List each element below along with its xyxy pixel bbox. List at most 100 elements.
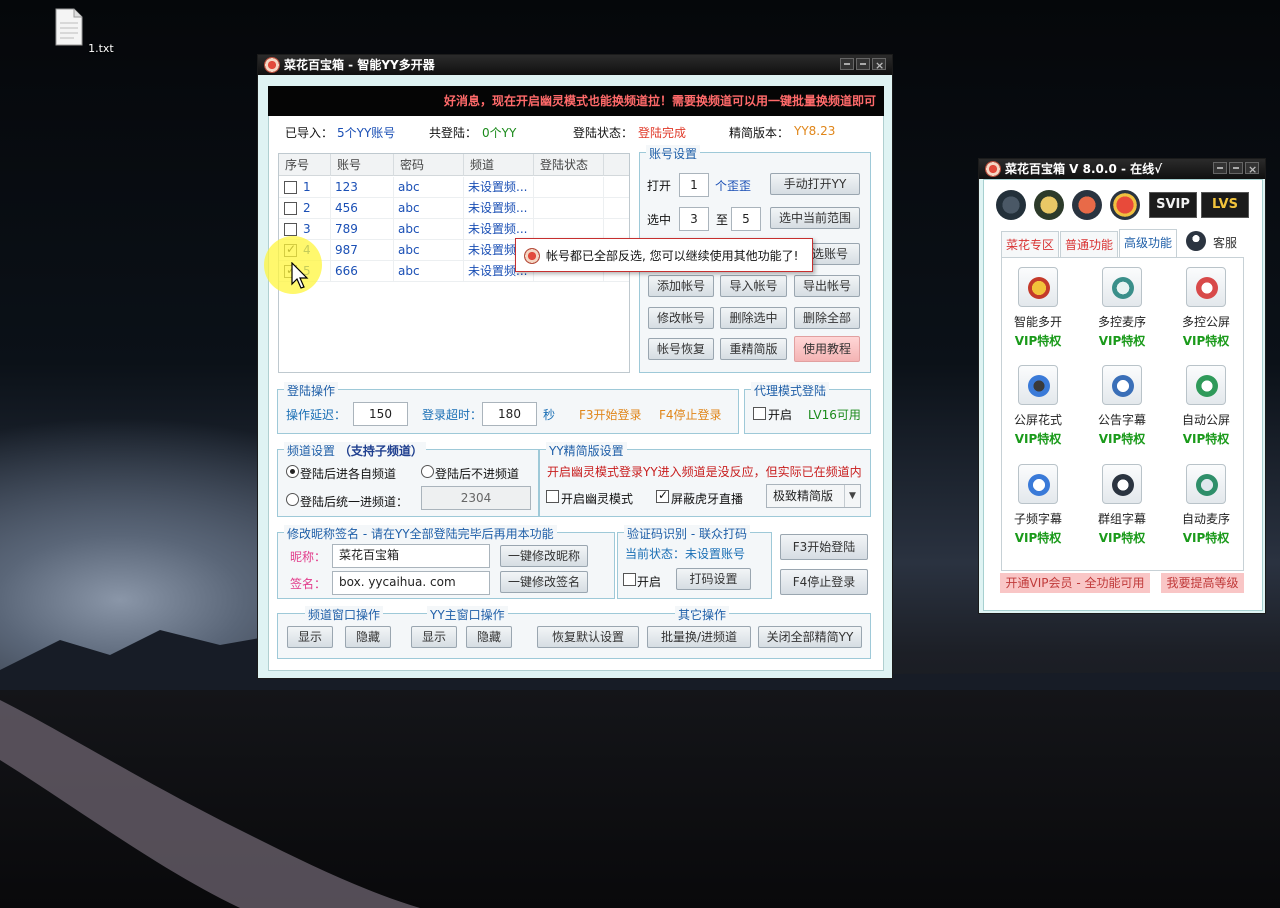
col-header-password[interactable]: 密码 — [394, 154, 464, 176]
feature-auto-mic-order[interactable]: 自动麦序 VIP特权 — [1171, 464, 1241, 546]
select-range-button[interactable]: 选中当前范围 — [770, 207, 860, 229]
feature-vip-badge: VIP特权 — [1098, 334, 1146, 348]
lvs-button[interactable]: LVS — [1201, 192, 1249, 218]
table-row[interactable]: 1 123 abc 未设置频... — [279, 177, 629, 198]
feature-fancy-public-screen[interactable]: 公屏花式 VIP特权 — [1003, 365, 1073, 447]
feature-announcement-subtitle[interactable]: 公告字幕 VIP特权 — [1087, 365, 1157, 447]
channel-opt3-radio[interactable] — [286, 493, 299, 506]
monitor-icon[interactable] — [996, 190, 1026, 220]
captcha-enable-checkbox[interactable] — [623, 573, 636, 586]
ghost-mode-checkbox[interactable] — [546, 490, 559, 503]
row-login-status — [534, 177, 604, 198]
change-signature-button[interactable]: 一键修改签名 — [500, 571, 588, 593]
row-checkbox[interactable] — [284, 202, 297, 215]
nickname-input[interactable]: 菜花百宝箱 — [332, 544, 490, 568]
row-channel: 未设置频... — [464, 177, 534, 198]
timeout-input[interactable]: 180 — [482, 402, 537, 426]
channel-window-hide-button[interactable]: 隐藏 — [345, 626, 391, 648]
upgrade-level-link[interactable]: 我要提高等级 — [1161, 573, 1244, 593]
delete-selected-button[interactable]: 删除选中 — [720, 307, 787, 329]
row-index: 1 — [299, 177, 331, 198]
col-header-account[interactable]: 账号 — [331, 154, 394, 176]
yy-main-show-button[interactable]: 显示 — [411, 626, 457, 648]
restore-account-button[interactable]: 帐号恢复 — [648, 338, 714, 360]
channel-opt1-radio[interactable] — [286, 465, 299, 478]
channel-window-show-button[interactable]: 显示 — [287, 626, 333, 648]
row-password: abc — [394, 177, 464, 198]
open-vip-link[interactable]: 开通VIP会员 - 全功能可用 — [1000, 573, 1150, 593]
feature-smart-multi-open[interactable]: 智能多开 VIP特权 — [1003, 267, 1073, 349]
signature-input[interactable]: box. yycaihua. com — [332, 571, 490, 595]
skin-button[interactable] — [840, 58, 854, 70]
table-row[interactable]: 3 789 abc 未设置频... — [279, 219, 629, 240]
feature-vip-badge: VIP特权 — [1182, 531, 1230, 545]
hide-huya-checkbox[interactable] — [656, 488, 669, 503]
col-header-login-status[interactable]: 登陆状态 — [534, 154, 604, 176]
diamond-icon[interactable] — [1110, 190, 1140, 220]
f3-start-login-button[interactable]: F3开始登陆 — [780, 534, 868, 560]
tab-normal-features[interactable]: 普通功能 — [1060, 231, 1119, 257]
table-row[interactable]: 2 456 abc 未设置频... — [279, 198, 629, 219]
row-index: 3 — [299, 219, 331, 240]
feature-sub-channel-subtitle[interactable]: 子频字幕 VIP特权 — [1003, 464, 1073, 546]
col-header-index[interactable]: 序号 — [279, 154, 331, 176]
yy-main-hide-button[interactable]: 隐藏 — [466, 626, 512, 648]
export-account-button[interactable]: 导出帐号 — [794, 275, 860, 297]
proxy-enable-checkbox[interactable] — [753, 407, 766, 420]
tab-advanced-features[interactable]: 高级功能 — [1119, 229, 1178, 257]
channel-opt2-radio[interactable] — [421, 465, 434, 478]
tab-caihua-zone[interactable]: 菜花专区 — [1001, 231, 1060, 257]
side-titlebar[interactable]: 菜花百宝箱 V 8.0.0 - 在线√ — [979, 159, 1265, 179]
proxy-enable-label: 开启 — [768, 408, 793, 422]
sign-label: 签名： — [290, 577, 327, 591]
box-icon[interactable] — [1034, 190, 1064, 220]
modify-account-button[interactable]: 修改帐号 — [648, 307, 714, 329]
open-label: 打开 — [647, 179, 672, 193]
tutorial-button[interactable]: 使用教程 — [794, 336, 860, 362]
support-icon[interactable] — [1186, 231, 1206, 251]
minimize-button[interactable] — [1229, 162, 1243, 174]
delete-all-button[interactable]: 删除全部 — [794, 307, 860, 329]
close-all-yy-button[interactable]: 关闭全部精简YY — [758, 626, 862, 648]
delay-input[interactable]: 150 — [353, 402, 408, 426]
row-checkbox[interactable] — [284, 223, 297, 236]
main-titlebar[interactable]: 菜花百宝箱 - 智能YY多开器 — [258, 55, 892, 75]
close-button[interactable] — [872, 56, 886, 70]
f4-stop-login-button[interactable]: F4停止登录 — [780, 569, 868, 595]
batch-channel-button[interactable]: 批量换/进频道 — [647, 626, 751, 648]
svip-button[interactable]: SVIP — [1149, 192, 1197, 218]
feature-name: 智能多开 — [1013, 315, 1062, 329]
row-checkbox[interactable] — [284, 181, 297, 194]
delay-label: 操作延迟： — [286, 408, 347, 422]
side-window-title: 菜花百宝箱 V 8.0.0 - 在线√ — [1005, 162, 1163, 176]
feature-group-subtitle[interactable]: 群组字幕 VIP特权 — [1087, 464, 1157, 546]
skin-button[interactable] — [1213, 162, 1227, 174]
select-to-input[interactable]: 5 — [731, 207, 761, 231]
desktop-file-icon[interactable]: 1.txt — [54, 8, 114, 55]
import-account-button[interactable]: 导入帐号 — [720, 275, 787, 297]
minimize-button[interactable] — [856, 58, 870, 70]
captcha-settings-button[interactable]: 打码设置 — [676, 568, 751, 590]
feature-multi-mic-order[interactable]: 多控麦序 VIP特权 — [1087, 267, 1157, 349]
select-from-input[interactable]: 3 — [679, 207, 709, 231]
total-login-value: 0个YY — [482, 126, 517, 140]
support-label[interactable]: 客服 — [1213, 234, 1237, 251]
col-header-channel[interactable]: 频道 — [464, 154, 534, 176]
headset-icon — [1102, 464, 1142, 504]
feature-auto-public-screen[interactable]: 自动公屏 VIP特权 — [1171, 365, 1241, 447]
login-ops-title: 登陆操作 — [284, 382, 339, 399]
channel-number-input[interactable]: 2304 — [421, 486, 531, 510]
open-count-input[interactable]: 1 — [679, 173, 709, 197]
feature-multi-public-screen[interactable]: 多控公屏 VIP特权 — [1171, 267, 1241, 349]
recompact-button[interactable]: 重精简版 — [720, 338, 787, 360]
add-account-button[interactable]: 添加帐号 — [648, 275, 714, 297]
close-button[interactable] — [1245, 160, 1259, 174]
manual-open-yy-button[interactable]: 手动打开YY — [770, 173, 860, 195]
change-nickname-button[interactable]: 一键修改昵称 — [500, 545, 588, 567]
reset-default-button[interactable]: 恢复默认设置 — [537, 626, 639, 648]
speaker-icon[interactable] — [1072, 190, 1102, 220]
hide-huya-label: 屏蔽虎牙直播 — [671, 492, 744, 506]
row-account: 456 — [331, 198, 394, 219]
compact-mode-select[interactable]: 极致精简版 ▼ — [766, 484, 861, 508]
nickname-title: 修改昵称签名 - 请在YY全部登陆完毕后再用本功能 — [284, 525, 557, 542]
